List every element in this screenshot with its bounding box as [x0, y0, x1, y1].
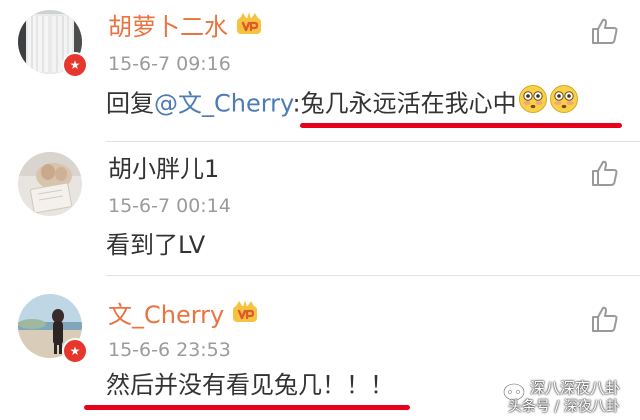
- username[interactable]: 文_Cherry: [108, 299, 258, 332]
- comment-body: :兔几永远活在我心中: [292, 89, 517, 118]
- comment-timestamp: 15-6-7 09:16: [108, 53, 231, 75]
- thumbs-up-icon[interactable]: [590, 16, 620, 46]
- username-text[interactable]: 文_Cherry: [108, 301, 224, 329]
- username-text[interactable]: 胡萝卜二水: [108, 13, 228, 41]
- comment-timestamp: 15-6-7 00:14: [108, 195, 231, 217]
- comment-body: 然后并没有看见兔几！！！: [106, 371, 394, 399]
- mention-link[interactable]: @文_Cherry: [154, 90, 293, 118]
- watermark-subtitle: 头条号 / 深夜八卦: [508, 399, 620, 415]
- thumbs-up-icon[interactable]: [590, 304, 620, 334]
- comment-item: 胡小胖儿1 15-6-7 00:14 看到了LV: [0, 142, 640, 274]
- avatar-image: [18, 152, 82, 216]
- flushed-face-emoji: [549, 84, 579, 121]
- comment-item: ★ 胡萝卜二水 15-6-7 09:16 回复@文_Cherry:兔几永远活在我…: [0, 0, 640, 140]
- watermark: 深八深夜八卦 头条号 / 深夜八卦: [502, 378, 632, 418]
- comment-text: 看到了LV: [106, 230, 205, 260]
- username[interactable]: 胡萝卜二水: [108, 11, 262, 44]
- thumbs-up-icon[interactable]: [590, 158, 620, 188]
- reply-prefix: 回复: [106, 89, 154, 118]
- highlight-underline: [300, 123, 622, 128]
- comment-text: 回复@文_Cherry:兔几永远活在我心中: [106, 84, 579, 123]
- comment-list: ★ 胡萝卜二水 15-6-7 09:16 回复@文_Cherry:兔几永远活在我…: [0, 0, 640, 420]
- highlight-underline: [84, 405, 410, 410]
- username[interactable]: 胡小胖儿1: [108, 154, 219, 184]
- avatar[interactable]: [18, 152, 82, 216]
- comment-body: 看到了LV: [106, 231, 206, 259]
- vip-crown-icon: [232, 299, 258, 330]
- username-text[interactable]: 胡小胖儿1: [108, 155, 219, 183]
- watermark-title: 深八深夜八卦: [530, 379, 621, 397]
- flushed-face-emoji: [518, 84, 548, 121]
- verified-badge-icon: ★: [62, 338, 88, 364]
- vip-crown-icon: [236, 11, 262, 42]
- comment-text: 然后并没有看见兔几！！！: [106, 370, 394, 400]
- comment-timestamp: 15-6-6 23:53: [108, 339, 231, 361]
- verified-badge-icon: ★: [62, 52, 88, 78]
